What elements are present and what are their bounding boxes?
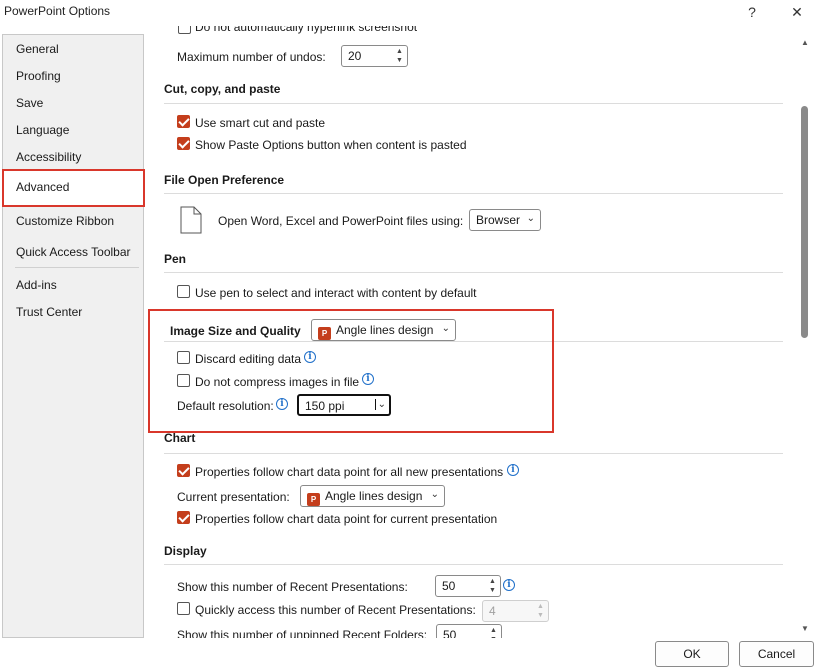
spin-down-icon[interactable]: ▼ — [489, 586, 497, 595]
section-divider — [164, 193, 783, 194]
smart-cut-label: Use smart cut and paste — [195, 116, 326, 130]
close-icon: ✕ — [791, 4, 803, 20]
sidebar-item-language[interactable]: Language — [16, 123, 69, 137]
use-pen-checkbox[interactable] — [177, 285, 190, 298]
info-icon[interactable]: i — [507, 464, 519, 476]
document-icon — [180, 206, 202, 234]
no-hyperlink-screenshot-label: Do not automatically hyperlink screensho… — [195, 26, 418, 34]
section-divider — [164, 272, 783, 273]
scroll-down-icon[interactable]: ▼ — [800, 624, 810, 633]
section-title-cut-copy-paste: Cut, copy, and paste — [164, 82, 281, 96]
follow-all-checkbox[interactable] — [177, 464, 190, 477]
max-undos-label: Maximum number of undos: — [177, 50, 326, 64]
vertical-scrollbar[interactable]: ▲ ▼ — [797, 34, 813, 638]
spin-down-icon[interactable]: ▼ — [490, 635, 498, 638]
follow-all-label: Properties follow chart data point for a… — [195, 465, 504, 479]
sidebar-divider — [15, 267, 139, 268]
open-using-label: Open Word, Excel and PowerPoint files us… — [218, 214, 464, 228]
powerpoint-icon: P — [307, 493, 320, 506]
close-button[interactable]: ✕ — [783, 1, 811, 23]
cancel-button[interactable]: Cancel — [739, 641, 814, 667]
sidebar-item-accessibility[interactable]: Accessibility — [16, 150, 81, 164]
section-divider — [164, 453, 783, 454]
recent-presentations-spinner[interactable]: 50 ▲ ▼ — [435, 575, 501, 597]
sidebar-item-add-ins[interactable]: Add-ins — [16, 278, 57, 292]
section-divider — [164, 103, 783, 104]
open-using-dropdown[interactable]: Browser ⌄ — [469, 209, 541, 231]
scroll-up-icon[interactable]: ▲ — [800, 38, 810, 47]
no-hyperlink-screenshot-checkbox[interactable] — [178, 26, 191, 34]
highlight-box — [148, 309, 554, 433]
sidebar-item-advanced[interactable]: Advanced — [2, 169, 145, 207]
sidebar-item-trust-center[interactable]: Trust Center — [16, 305, 82, 319]
ok-button[interactable]: OK — [655, 641, 729, 667]
section-title-display: Display — [164, 544, 207, 558]
chevron-down-icon: ⌄ — [526, 213, 535, 224]
paste-options-label: Show Paste Options button when content i… — [195, 138, 467, 152]
current-presentation-label: Current presentation: — [177, 490, 290, 504]
smart-cut-checkbox[interactable] — [177, 115, 190, 128]
spin-up-icon: ▲ — [537, 603, 544, 610]
sidebar-item-save[interactable]: Save — [16, 96, 43, 110]
section-divider — [164, 564, 783, 565]
unpinned-folders-spinner[interactable]: 50 ▲▼ — [436, 624, 502, 638]
quick-access-value: 4 — [489, 604, 496, 618]
sidebar-item-quick-access-toolbar[interactable]: Quick Access Toolbar — [16, 245, 131, 259]
unpinned-folders-label: Show this number of unpinned Recent Fold… — [177, 628, 428, 638]
recent-presentations-value: 50 — [442, 579, 456, 593]
help-button[interactable]: ? — [738, 1, 766, 23]
paste-options-checkbox[interactable] — [177, 137, 190, 150]
window-title: PowerPoint Options — [4, 4, 111, 18]
chevron-down-icon: ⌄ — [430, 489, 439, 500]
use-pen-label: Use pen to select and interact with cont… — [195, 286, 477, 300]
sidebar-item-proofing[interactable]: Proofing — [16, 69, 61, 83]
unpinned-folders-value: 50 — [443, 628, 457, 638]
max-undos-spinner[interactable]: 20 ▲ ▼ — [341, 45, 408, 67]
current-presentation-dropdown[interactable]: P Angle lines design ⌄ — [300, 485, 445, 507]
max-undos-value: 20 — [348, 49, 362, 63]
sidebar-item-customize-ribbon[interactable]: Customize Ribbon — [16, 214, 114, 228]
quick-access-checkbox[interactable] — [177, 602, 190, 615]
quick-access-spinner: 4 ▲ ▼ — [482, 600, 549, 622]
help-icon: ? — [748, 4, 756, 20]
category-sidebar: General Proofing Save Language Accessibi… — [2, 34, 144, 638]
follow-current-label: Properties follow chart data point for c… — [195, 512, 498, 526]
sidebar-item-advanced-label: Advanced — [16, 180, 70, 194]
scrollbar-thumb[interactable] — [801, 106, 808, 338]
follow-current-checkbox[interactable] — [177, 511, 190, 524]
section-title-file-open: File Open Preference — [164, 173, 285, 187]
spin-up-icon[interactable]: ▲ — [489, 577, 497, 586]
spin-up-icon[interactable]: ▲ — [396, 47, 404, 56]
spin-down-icon[interactable]: ▼ — [396, 56, 404, 65]
open-using-value: Browser — [476, 213, 521, 227]
quick-access-label: Quickly access this number of Recent Pre… — [195, 603, 476, 617]
spin-up-icon[interactable]: ▲ — [490, 626, 498, 635]
spin-down-icon: ▼ — [537, 612, 544, 619]
section-title-pen: Pen — [164, 252, 187, 266]
recent-presentations-label: Show this number of Recent Presentations… — [177, 580, 408, 594]
info-icon[interactable]: i — [503, 579, 515, 591]
sidebar-item-general[interactable]: General — [16, 42, 59, 56]
section-title-chart: Chart — [164, 431, 196, 445]
current-presentation-value: Angle lines design — [325, 489, 423, 503]
